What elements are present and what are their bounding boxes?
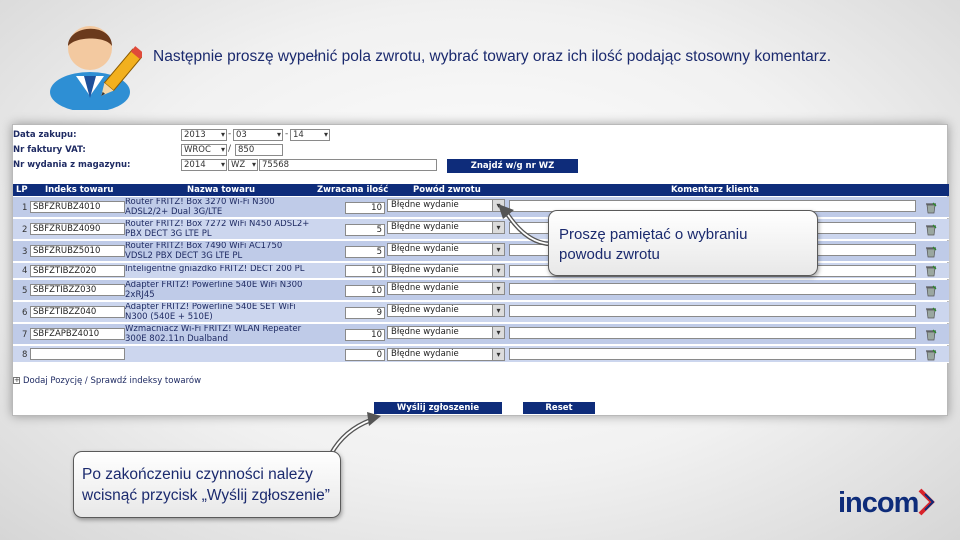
comment-input[interactable] xyxy=(509,283,916,295)
warehouse-number-input[interactable]: 75568 xyxy=(259,159,437,171)
reason-callout-line: powodu zwrotu xyxy=(559,246,660,263)
return-qty-input[interactable]: 10 xyxy=(345,329,385,341)
row-delete-icon[interactable] xyxy=(924,329,938,341)
return-reason-select[interactable]: Błędne wydanie ▾ xyxy=(387,199,505,212)
product-code-input[interactable]: SBFZTIBZZ020 xyxy=(30,265,125,277)
product-name: Inteligentne gniazdko FRITZ! DECT 200 PL xyxy=(125,265,305,274)
product-name: Router FRITZ! Box 7272 WiFi N450 ADSL2+ P… xyxy=(125,220,310,239)
chevron-down-icon: ▾ xyxy=(492,327,504,338)
product-name: Adapter FRITZ! Powerline 540E SET WiFi N3… xyxy=(125,303,296,322)
product-code-input[interactable]: SBFZRUBZ5010 xyxy=(30,245,125,257)
user-with-pencil-icon xyxy=(50,26,142,110)
product-code-input[interactable] xyxy=(30,348,125,360)
product-code-input[interactable]: SBFZTIBZZ030 xyxy=(30,284,125,296)
chevron-down-icon: ▾ xyxy=(492,265,504,276)
submit-callout: Po zakończeniu czynności należy wcisnąć … xyxy=(73,451,341,518)
row-number: 5 xyxy=(22,286,28,296)
row-number: 6 xyxy=(22,308,28,318)
row-number: 7 xyxy=(22,330,28,340)
row-number: 1 xyxy=(22,203,28,213)
product-name: Wzmacniacz Wi-Fi FRITZ! WLAN Repeater 300… xyxy=(125,325,302,344)
row-delete-icon[interactable] xyxy=(924,202,938,214)
return-qty-input[interactable]: 9 xyxy=(345,307,385,319)
logo-mark-icon xyxy=(918,488,935,516)
return-reason-select[interactable]: Błędne wydanie ▾ xyxy=(387,326,505,339)
row-delete-icon[interactable] xyxy=(924,265,938,277)
row-delete-icon[interactable] xyxy=(924,224,938,236)
submit-button[interactable]: Wyślij zgłoszenie xyxy=(374,402,502,414)
comment-input[interactable] xyxy=(509,327,916,339)
find-by-wz-button[interactable]: Znajdź w/g nr WZ xyxy=(447,159,578,173)
row-number: 3 xyxy=(22,247,28,257)
warehouse-label: Nr wydania z magazynu: xyxy=(13,160,131,170)
col-qty: Zwracana ilość xyxy=(317,185,389,195)
product-code-input[interactable]: SBFZRUBZ4010 xyxy=(30,201,125,213)
date-separator: - xyxy=(228,129,232,139)
table-row: 8 0 Błędne wydanie ▾ xyxy=(13,346,949,363)
col-lp: LP xyxy=(16,185,28,195)
reason-callout: Proszę pamiętać o wybraniu powodu zwrotu xyxy=(548,210,818,276)
row-delete-icon[interactable] xyxy=(924,349,938,361)
return-qty-input[interactable]: 5 xyxy=(345,224,385,236)
chevron-down-icon: ▾ xyxy=(492,283,504,294)
return-reason-select[interactable]: Błędne wydanie ▾ xyxy=(387,221,505,234)
col-comment: Komentarz klienta xyxy=(671,185,759,195)
reason-callout-line: Proszę pamiętać o wybraniu xyxy=(559,226,748,243)
incom-logo: incom xyxy=(838,484,938,522)
invoice-number-input[interactable]: 850 xyxy=(235,144,283,156)
comment-input[interactable] xyxy=(509,348,916,360)
col-code: Indeks towaru xyxy=(45,185,114,195)
row-delete-icon[interactable] xyxy=(924,285,938,297)
purchase-date-label: Data zakupu: xyxy=(13,130,77,140)
return-reason-select[interactable]: Błędne wydanie ▾ xyxy=(387,348,505,361)
col-name: Nazwa towaru xyxy=(187,185,256,195)
return-qty-input[interactable]: 10 xyxy=(345,265,385,277)
row-number: 4 xyxy=(22,266,28,276)
row-delete-icon[interactable] xyxy=(924,246,938,258)
submit-callout-line: wcisnąć przycisk „Wyślij zgłoszenie” xyxy=(82,487,330,504)
add-row-link[interactable]: + Dodaj Pozycję / Sprawdź indeksy towarów xyxy=(13,376,201,386)
product-code-input[interactable]: SBFZAPBZ4010 xyxy=(30,328,125,340)
return-reason-select[interactable]: Błędne wydanie ▾ xyxy=(387,243,505,256)
purchase-year-select[interactable]: 2013 xyxy=(181,129,227,141)
purchase-day-select[interactable]: 14 xyxy=(290,129,330,141)
invoice-label: Nr faktury VAT: xyxy=(13,145,86,155)
row-number: 8 xyxy=(22,350,28,360)
purchase-month-select[interactable]: 03 xyxy=(233,129,283,141)
product-name: Router FRITZ! Box 3270 Wi-Fi N300 ADSL2/2… xyxy=(125,198,275,217)
return-qty-input[interactable]: 10 xyxy=(345,285,385,297)
reset-button[interactable]: Reset xyxy=(523,402,595,414)
chevron-down-icon: ▾ xyxy=(492,349,504,360)
table-row: 7 SBFZAPBZ4010 Wzmacniacz Wi-Fi FRITZ! W… xyxy=(13,324,949,345)
warehouse-year-select[interactable]: 2014 xyxy=(181,159,227,171)
row-delete-icon[interactable] xyxy=(924,307,938,319)
table-header: LP Indeks towaru Nazwa towaru Zwracana i… xyxy=(13,184,949,196)
slide-title: Następnie proszę wypełnić pola zwrotu, w… xyxy=(153,48,831,65)
table-row: 5 SBFZTIBZZ030 Adapter FRITZ! Powerline … xyxy=(13,280,949,301)
invoice-prefix-select[interactable]: WROC xyxy=(181,144,227,156)
return-qty-input[interactable]: 0 xyxy=(345,349,385,361)
return-qty-input[interactable]: 10 xyxy=(345,202,385,214)
product-code-input[interactable]: SBFZTIBZZ040 xyxy=(30,306,125,318)
date-separator: - xyxy=(285,129,289,139)
invoice-separator: / xyxy=(228,144,232,154)
return-qty-input[interactable]: 5 xyxy=(345,246,385,258)
col-reason: Powód zwrotu xyxy=(413,185,481,195)
product-name: Adapter FRITZ! Powerline 540E WiFi N300 2… xyxy=(125,281,303,300)
product-code-input[interactable]: SBFZRUBZ4090 xyxy=(30,223,125,235)
logo-text: incom xyxy=(838,487,919,519)
product-name: Router FRITZ! Box 7490 WiFi AC1750 VDSL2 … xyxy=(125,242,283,261)
return-reason-select[interactable]: Błędne wydanie ▾ xyxy=(387,264,505,277)
chevron-down-icon: ▾ xyxy=(492,305,504,316)
row-number: 2 xyxy=(22,225,28,235)
comment-input[interactable] xyxy=(509,305,916,317)
submit-callout-line: Po zakończeniu czynności należy xyxy=(82,466,313,483)
warehouse-type-select[interactable]: WZ xyxy=(228,159,258,171)
table-row: 6 SBFZTIBZZ040 Adapter FRITZ! Powerline … xyxy=(13,302,949,323)
plus-icon: + xyxy=(13,376,20,384)
return-reason-select[interactable]: Błędne wydanie ▾ xyxy=(387,282,505,295)
return-reason-select[interactable]: Błędne wydanie ▾ xyxy=(387,304,505,317)
